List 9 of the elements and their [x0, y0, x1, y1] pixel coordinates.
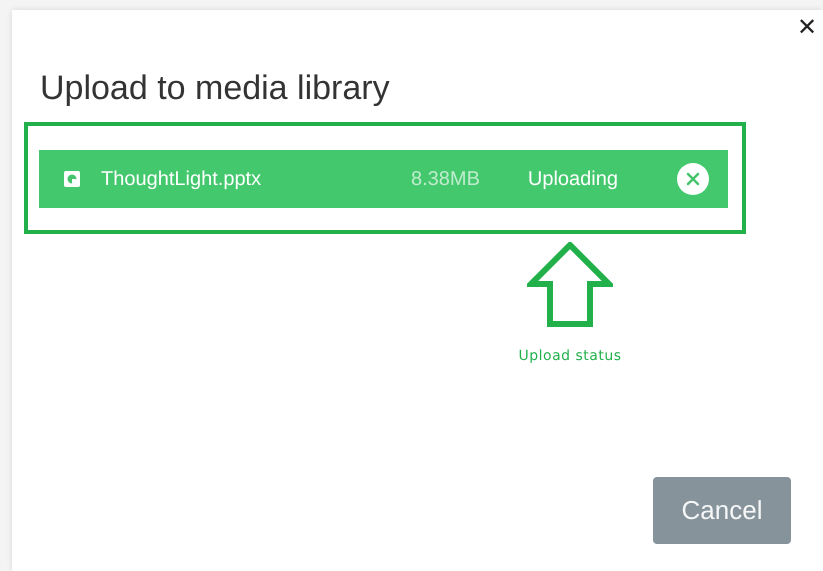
remove-icon[interactable] — [676, 162, 710, 196]
dialog-title: Upload to media library — [40, 68, 391, 108]
file-name: ThoughtLight.pptx — [101, 168, 262, 190]
file-icon — [63, 170, 81, 188]
up-arrow-icon — [527, 242, 613, 328]
upload-status: Uploading — [528, 168, 618, 190]
close-button[interactable]: ✕ — [793, 16, 821, 40]
annotation-label: Upload status — [518, 348, 622, 364]
file-size: 8.38MB — [410, 168, 480, 190]
